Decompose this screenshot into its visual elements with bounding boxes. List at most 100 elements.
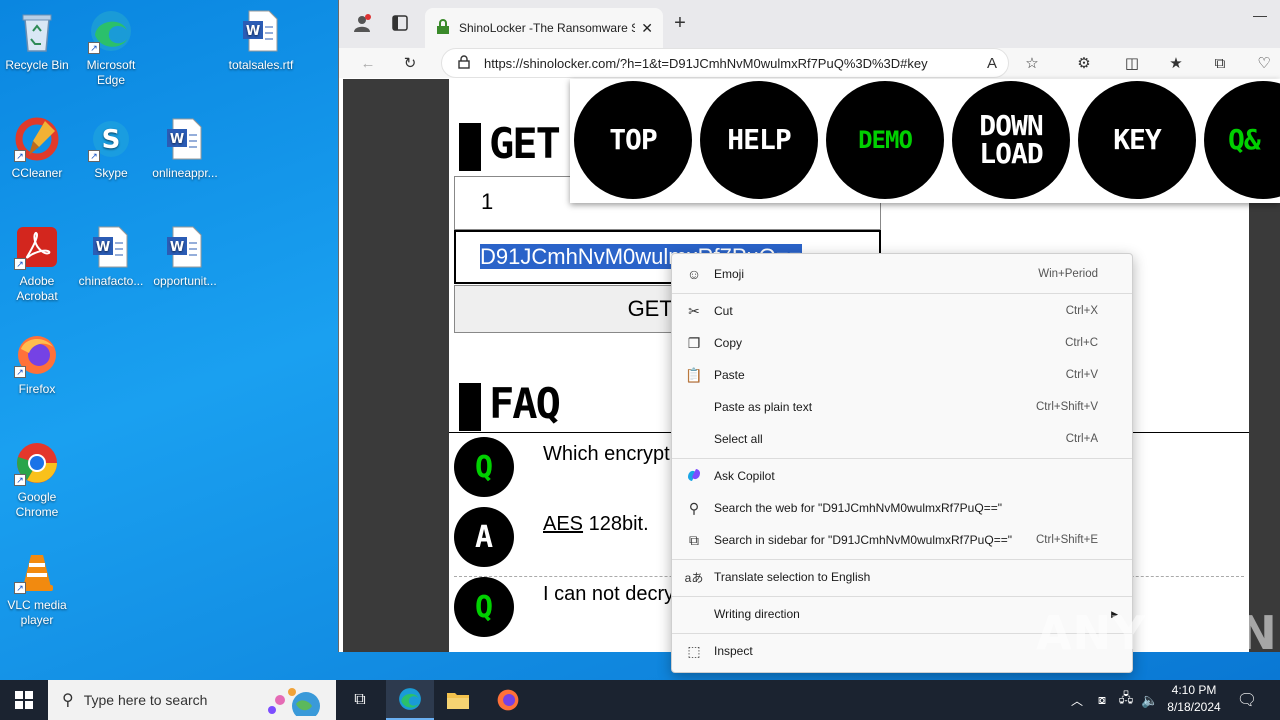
desktop-icon-edge[interactable]: ↗ Microsoft Edge [74, 8, 148, 88]
faq-question-1: Which encrypt [543, 443, 670, 465]
back-icon[interactable]: ← [357, 52, 379, 74]
ccleaner-icon: ↗ [14, 116, 60, 162]
read-aloud-icon[interactable]: A [981, 52, 1003, 74]
word-doc-icon: W [162, 224, 208, 270]
network-icon[interactable]: 🖧 [1114, 680, 1138, 720]
aes-link[interactable]: AES [543, 513, 583, 535]
show-hidden-icons-chevron-icon[interactable]: ︿ [1064, 680, 1090, 720]
search-highlight-globe-icon [262, 684, 330, 720]
refresh-icon[interactable]: ↻ [399, 52, 421, 74]
new-tab-icon[interactable]: + [669, 12, 691, 34]
svg-text:W: W [170, 132, 184, 147]
tab-actions-icon[interactable] [389, 12, 411, 34]
copilot-icon [684, 467, 704, 486]
faq-answer-1: AES 128bit. [543, 513, 649, 535]
profile-icon[interactable] [351, 12, 373, 34]
nav-download-button[interactable]: DOWN LOAD [952, 81, 1070, 199]
nav-qa-button[interactable]: Q& [1204, 81, 1280, 199]
get-heading: GET [459, 119, 561, 171]
menu-item-paste-plain[interactable]: Paste as plain text Ctrl+Shift+V [672, 393, 1132, 421]
menu-item-paste[interactable]: 📋 Paste Ctrl+V [672, 361, 1132, 389]
start-button[interactable] [0, 680, 48, 720]
desktop-icon-totalsales[interactable]: W totalsales.rtf [224, 8, 298, 73]
desktop-icon-label: Skype [94, 166, 128, 180]
menu-item-ask-copilot[interactable]: Ask Copilot [672, 462, 1132, 490]
minimize-icon[interactable]: — [1249, 4, 1271, 26]
menu-item-emoji[interactable]: ☺ Emoji Win+Period [672, 260, 1132, 288]
faq-question-2: I can not decry [543, 583, 675, 605]
collections-icon[interactable]: ⧉ [1209, 52, 1231, 74]
notifications-icon[interactable]: 🗨 [1226, 680, 1268, 720]
menu-item-cut[interactable]: ✂ Cut Ctrl+X [672, 297, 1132, 325]
split-screen-icon[interactable]: ◫ [1121, 52, 1143, 74]
faq-q-badge-2: Q [454, 577, 514, 637]
menu-item-search-sidebar[interactable]: ⧉ Search in sidebar for "D91JCmhNvM0wulm… [672, 526, 1132, 554]
device-icon[interactable]: ⧇ [1090, 680, 1114, 720]
recycle-bin-icon [14, 8, 60, 54]
id-value: 1 [481, 189, 494, 214]
task-view-icon[interactable]: ⧉ [336, 680, 384, 720]
close-tab-icon[interactable]: ✕ [641, 20, 653, 37]
taskbar-edge-icon[interactable] [386, 680, 434, 720]
browser-essentials-icon[interactable]: ♡ [1253, 52, 1275, 74]
taskbar-search[interactable]: ⚲ Type here to search [48, 680, 336, 720]
desktop-icon-vlc[interactable]: ↗ VLC media player [0, 548, 74, 628]
desktop-icon-label: opportunit... [153, 274, 217, 288]
desktop-icon-acrobat[interactable]: ↗ Adobe Acrobat [0, 224, 74, 304]
desktop-icon-label: totalsales.rtf [228, 58, 294, 72]
tab-shinolocker[interactable]: ShinoLocker -The Ransomware S ✕ [425, 8, 663, 48]
skype-icon: S ↗ [88, 116, 134, 162]
word-doc-icon: W [162, 116, 208, 162]
clock-time: 4:10 PM [1171, 683, 1217, 697]
inspect-icon: ⬚ [687, 642, 701, 659]
nav-top-button[interactable]: TOP [574, 81, 692, 199]
desktop-icon-label: CCleaner [11, 166, 63, 180]
taskbar: ⚲ Type here to search ⧉ ︿ ⧇ 🖧 🔈 4:10 PM … [0, 680, 1280, 720]
nav-help-button[interactable]: HELP [700, 81, 818, 199]
paste-icon: 📋 [685, 366, 703, 383]
menu-item-copy[interactable]: ❐ Copy Ctrl+C [672, 329, 1132, 357]
file-explorer-icon[interactable] [434, 680, 482, 720]
svg-text:W: W [246, 24, 260, 39]
desktop-icon-onlineappr[interactable]: W onlineappr... [148, 116, 222, 181]
faq-heading: FAQ [459, 379, 561, 431]
desktop-icon-chrome[interactable]: ↗ Google Chrome [0, 440, 74, 520]
desktop-icon-label: Recycle Bin [5, 58, 69, 72]
desktop-icon-recycle-bin[interactable]: Recycle Bin [0, 8, 74, 73]
faq-a-badge: A [454, 507, 514, 567]
menu-item-select-all[interactable]: Select all Ctrl+A [672, 425, 1132, 453]
tab-title: ShinoLocker -The Ransomware S [459, 21, 636, 35]
menu-item-translate[interactable]: aあ Translate selection to English [672, 563, 1132, 591]
menu-item-search-web[interactable]: ⚲ Search the web for "D91JCmhNvM0wulmxRf… [672, 494, 1132, 522]
copy-icon: ❐ [687, 334, 701, 351]
desktop-icon-skype[interactable]: S ↗ Skype [74, 116, 148, 181]
word-doc-icon: W [88, 224, 134, 270]
faq-q-badge: Q [454, 437, 514, 497]
clock-date: 8/18/2024 [1167, 700, 1221, 714]
firefox-icon: ↗ [14, 332, 60, 378]
favorite-star-icon[interactable]: ☆ [1021, 52, 1043, 74]
emoji-icon: ☺ [686, 266, 702, 282]
desktop-icon-chinafacto[interactable]: W chinafacto... [74, 224, 148, 289]
word-doc-icon: W [238, 8, 284, 54]
url-field[interactable]: https://shinolocker.com/?h=1&t=D91JCmhNv… [441, 48, 1009, 78]
desktop-icon-label: Firefox [18, 382, 56, 396]
taskbar-firefox-icon[interactable] [484, 680, 532, 720]
nav-demo-button[interactable]: DEMO [826, 81, 944, 199]
sidebar-search-icon: ⧉ [689, 531, 699, 548]
chrome-icon: ↗ [14, 440, 60, 486]
search-icon: ⚲ [688, 499, 700, 516]
cut-icon: ✂ [688, 302, 700, 319]
desktop-icon-ccleaner[interactable]: ↗ CCleaner [0, 116, 74, 181]
taskbar-clock[interactable]: 4:10 PM 8/18/2024 [1160, 682, 1228, 716]
search-icon: ⚲ [62, 692, 74, 709]
extensions-icon[interactable]: ⚙ [1073, 52, 1095, 74]
anyrun-watermark: ANY RUN [1036, 606, 1278, 660]
favorites-icon[interactable]: ★ [1165, 52, 1187, 74]
nav-key-button[interactable]: KEY [1078, 81, 1196, 199]
volume-icon[interactable]: 🔈 [1138, 680, 1162, 720]
desktop-icon-label: Microsoft Edge [86, 58, 136, 87]
desktop-icon-firefox[interactable]: ↗ Firefox [0, 332, 74, 397]
desktop-icon-label: chinafacto... [78, 274, 144, 288]
desktop-icon-opportunit[interactable]: W opportunit... [148, 224, 222, 289]
